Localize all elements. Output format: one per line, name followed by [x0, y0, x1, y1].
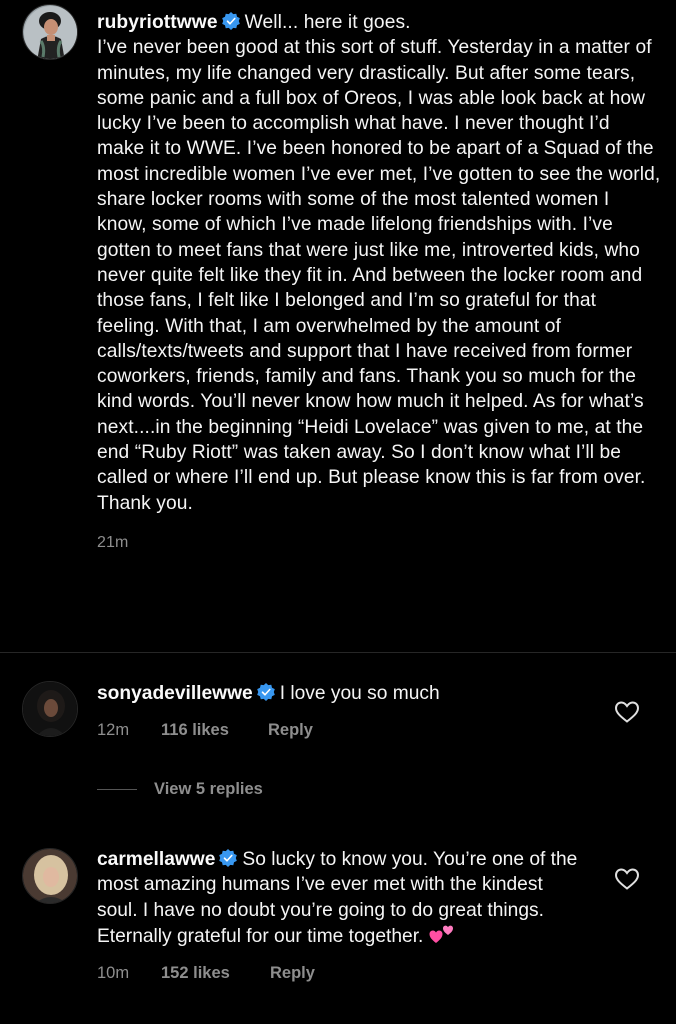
comment-body: sonyadevillewwe I love you so much 12m 11…	[97, 676, 587, 744]
view-replies-label: View 5 replies	[154, 780, 263, 798]
replies-line	[97, 789, 137, 790]
comment-meta: 10m 152 likes Reply	[97, 961, 587, 986]
comment-item: sonyadevillewwe I love you so much 12m 11…	[22, 676, 662, 744]
avatar-carmellawwe[interactable]	[22, 848, 78, 904]
verified-badge-icon	[256, 683, 275, 701]
divider	[0, 652, 676, 653]
avatar-image	[23, 849, 77, 903]
caption-title: Well... here it goes.	[244, 12, 411, 33]
avatar-image	[23, 5, 77, 59]
view-replies-button[interactable]: View 5 replies	[97, 780, 263, 799]
post-caption: rubyriottwwe Well... here it goes. I’ve n…	[22, 4, 662, 555]
caption-time: 21m	[97, 533, 129, 551]
heart-outline-icon[interactable]	[614, 867, 640, 891]
avatar-rubyriottwwe[interactable]	[22, 4, 78, 60]
comment-username[interactable]: sonyadevillewwe	[97, 683, 253, 704]
two-hearts-emoji-icon	[429, 925, 453, 943]
comment-username[interactable]: carmellawwe	[97, 849, 215, 870]
avatar-sonyadevillewwe[interactable]	[22, 681, 78, 737]
caption-body: rubyriottwwe Well... here it goes. I’ve n…	[97, 4, 662, 555]
verified-badge-icon	[221, 12, 240, 30]
comment-time: 12m	[97, 721, 130, 740]
reply-button[interactable]: Reply	[268, 718, 313, 743]
avatar-image	[23, 682, 77, 736]
comment-meta: 12m 116 likes Reply	[97, 718, 587, 743]
reply-button[interactable]: Reply	[270, 961, 315, 986]
heart-outline-icon[interactable]	[614, 700, 640, 724]
comment-likes[interactable]: 116 likes	[161, 718, 268, 743]
comment-text: I love you so much	[279, 683, 440, 704]
verified-badge-icon	[219, 849, 238, 867]
caption-username[interactable]: rubyriottwwe	[97, 12, 218, 33]
comment-body: carmellawwe So lucky to know you. You’re …	[97, 842, 587, 986]
comment-time: 10m	[97, 964, 130, 983]
comment-item: carmellawwe So lucky to know you. You’re …	[22, 842, 662, 986]
comment-likes[interactable]: 152 likes	[161, 961, 270, 986]
caption-text: I’ve never been good at this sort of stu…	[97, 37, 661, 514]
